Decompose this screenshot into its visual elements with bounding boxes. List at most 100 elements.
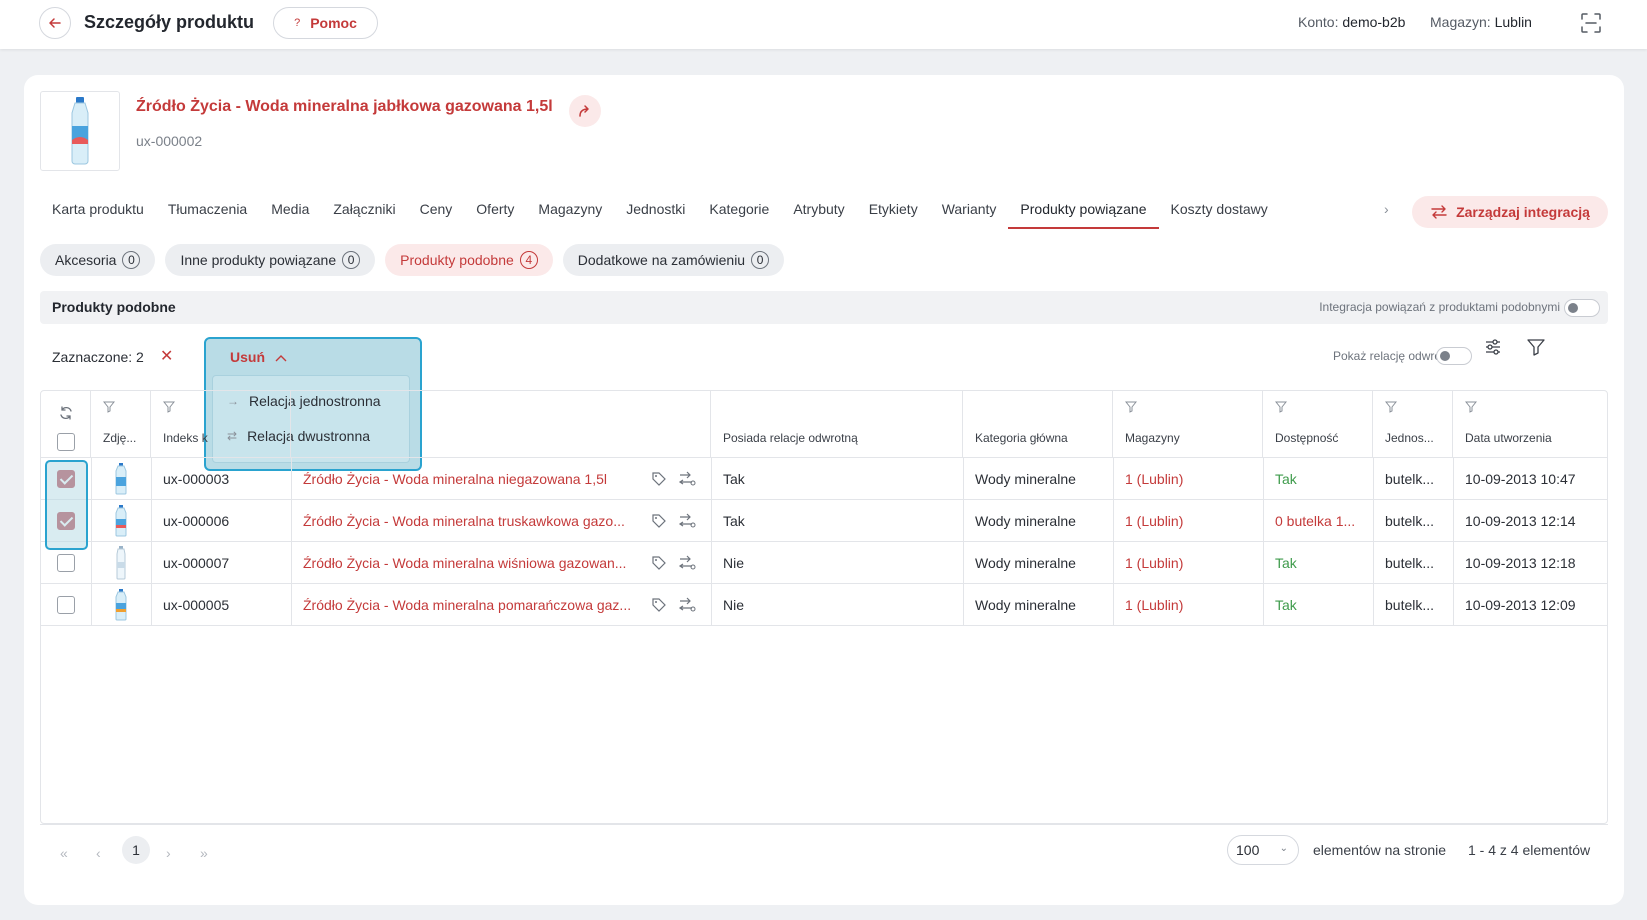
back-button[interactable] [39, 7, 71, 39]
chip-inne-produkty[interactable]: Inne produkty powiązane 0 [165, 244, 376, 276]
warehouse-label: Magazyn: [1430, 14, 1491, 30]
fullscreen-icon[interactable] [1580, 12, 1602, 34]
relation-settings-icon[interactable] [678, 471, 696, 487]
column-settings-icon[interactable] [1483, 337, 1503, 357]
product-thumbnail [40, 91, 120, 171]
row-checkbox[interactable] [57, 554, 75, 572]
per-page-select[interactable]: 100 ⌄ [1227, 835, 1299, 865]
chip-dodatkowe[interactable]: Dodatkowe na zamówieniu 0 [562, 244, 785, 276]
tab-jednostki[interactable]: Jednostki [614, 197, 697, 229]
tab-koszty-dostawy[interactable]: Koszty dostawy [1159, 197, 1280, 229]
table-row[interactable]: ux-000003 Źródło Życia - Woda mineralna … [41, 458, 1607, 500]
chip-label: Inne produkty powiązane [180, 252, 337, 268]
refresh-icon[interactable] [58, 405, 74, 421]
row-category: Wody mineralne [975, 471, 1076, 487]
manage-integration-label: Zarządzaj integracją [1456, 204, 1590, 220]
chevron-up-icon [275, 355, 287, 362]
row-warehouses[interactable]: 1 (Lublin) [1125, 542, 1255, 584]
row-product-name[interactable]: Źródło Życia - Woda mineralna niegazowan… [303, 458, 638, 500]
first-page-icon[interactable]: « [60, 845, 68, 861]
tabs-scroll-right-icon[interactable]: › [1384, 201, 1389, 217]
tag-icon[interactable] [651, 471, 667, 487]
clear-selection-icon[interactable]: ✕ [160, 346, 173, 366]
tag-icon[interactable] [651, 597, 667, 613]
tag-icon[interactable] [651, 513, 667, 529]
product-code: ux-000002 [136, 133, 203, 149]
row-index: ux-000006 [163, 513, 230, 529]
col-reverse-label[interactable]: Posiada relacje odwrotną [723, 431, 858, 445]
relation-settings-icon[interactable] [678, 597, 696, 613]
filter-icon[interactable] [1275, 401, 1287, 413]
filter-icon[interactable] [1385, 401, 1397, 413]
col-category-label[interactable]: Kategoria główna [975, 431, 1068, 445]
filter-icon[interactable] [1526, 337, 1546, 357]
row-product-name[interactable]: Źródło Życia - Woda mineralna wiśniowa g… [303, 542, 648, 584]
delete-button[interactable]: Usuń [230, 349, 287, 365]
help-button[interactable]: ? Pomoc [273, 7, 378, 39]
relation-settings-icon[interactable] [678, 513, 696, 529]
filter-icon[interactable] [163, 401, 175, 413]
table-row[interactable]: ux-000007 Źródło Życia - Woda mineralna … [41, 542, 1607, 584]
row-warehouses[interactable]: 1 (Lublin) [1125, 458, 1255, 500]
delete-label: Usuń [230, 349, 265, 365]
section-title: Produkty podobne [52, 299, 176, 315]
row-availability: Tak [1275, 597, 1297, 613]
col-availability-label[interactable]: Dostępność [1275, 431, 1338, 445]
filter-icon[interactable] [1465, 401, 1477, 413]
tab-magazyny[interactable]: Magazyny [526, 197, 614, 229]
warehouse-info[interactable]: Magazyn: Lublin [1430, 14, 1532, 30]
tab-tlumaczenia[interactable]: Tłumaczenia [156, 197, 259, 229]
open-product-button[interactable] [569, 95, 601, 127]
tab-zalaczniki[interactable]: Załączniki [321, 197, 407, 229]
chip-label: Produkty podobne [400, 252, 514, 268]
product-image [115, 589, 127, 621]
tab-oferty[interactable]: Oferty [464, 197, 526, 229]
tag-icon[interactable] [651, 555, 667, 571]
col-photo-label[interactable]: Zdję... [103, 431, 136, 445]
filter-icon[interactable] [103, 401, 115, 413]
reverse-relation-toggle[interactable] [1436, 347, 1472, 365]
tab-kategorie[interactable]: Kategorie [697, 197, 781, 229]
chip-produkty-podobne[interactable]: Produkty podobne 4 [385, 244, 553, 276]
col-unit-label[interactable]: Jednos... [1385, 431, 1434, 445]
next-page-icon[interactable]: › [166, 845, 171, 861]
product-image [115, 463, 127, 495]
chip-count: 4 [519, 251, 538, 269]
prev-page-icon[interactable]: ‹ [96, 845, 101, 861]
row-created: 10-09-2013 12:09 [1465, 597, 1576, 613]
current-page[interactable]: 1 [122, 836, 150, 864]
arrow-left-icon [49, 18, 61, 28]
question-icon: ? [294, 17, 301, 29]
col-availability: Dostępność [1263, 391, 1373, 458]
filter-icon[interactable] [1125, 401, 1137, 413]
col-index-label[interactable]: Indeks k [163, 431, 208, 445]
col-warehouses: Magazyny [1113, 391, 1263, 458]
chip-akcesoria[interactable]: Akcesoria 0 [40, 244, 156, 276]
row-index: ux-000003 [163, 471, 230, 487]
chevron-down-icon: ⌄ [1279, 843, 1288, 854]
tab-etykiety[interactable]: Etykiety [857, 197, 930, 229]
row-product-name[interactable]: Źródło Życia - Woda mineralna pomarańczo… [303, 584, 648, 626]
table-row[interactable]: ux-000006 Źródło Życia - Woda mineralna … [41, 500, 1607, 542]
tab-media[interactable]: Media [259, 197, 321, 229]
tab-atrybuty[interactable]: Atrybuty [781, 197, 856, 229]
row-warehouses[interactable]: 1 (Lublin) [1125, 500, 1255, 542]
tab-karta-produktu[interactable]: Karta produktu [40, 197, 156, 229]
row-availability: 0 butelka 1... [1275, 513, 1356, 529]
row-product-name[interactable]: Źródło Życia - Woda mineralna truskawkow… [303, 500, 648, 542]
tab-ceny[interactable]: Ceny [408, 197, 465, 229]
table-row[interactable]: ux-000005 Źródło Życia - Woda mineralna … [41, 584, 1607, 626]
tab-warianty[interactable]: Warianty [930, 197, 1009, 229]
select-all-checkbox[interactable] [57, 433, 75, 451]
col-created-label[interactable]: Data utworzenia [1465, 431, 1552, 445]
integration-toggle[interactable] [1564, 299, 1600, 317]
row-checkbox[interactable] [57, 596, 75, 614]
col-warehouses-label[interactable]: Magazyny [1125, 431, 1180, 445]
row-created: 10-09-2013 10:47 [1465, 471, 1576, 487]
manage-integration-button[interactable]: Zarządzaj integracją [1412, 196, 1608, 228]
row-warehouses[interactable]: 1 (Lublin) [1125, 584, 1255, 626]
relation-settings-icon[interactable] [678, 555, 696, 571]
tab-produkty-powiazane[interactable]: Produkty powiązane [1008, 197, 1159, 229]
top-bar: Szczegóły produktu ? Pomoc Konto: demo-b… [0, 0, 1647, 49]
last-page-icon[interactable]: » [200, 845, 208, 861]
